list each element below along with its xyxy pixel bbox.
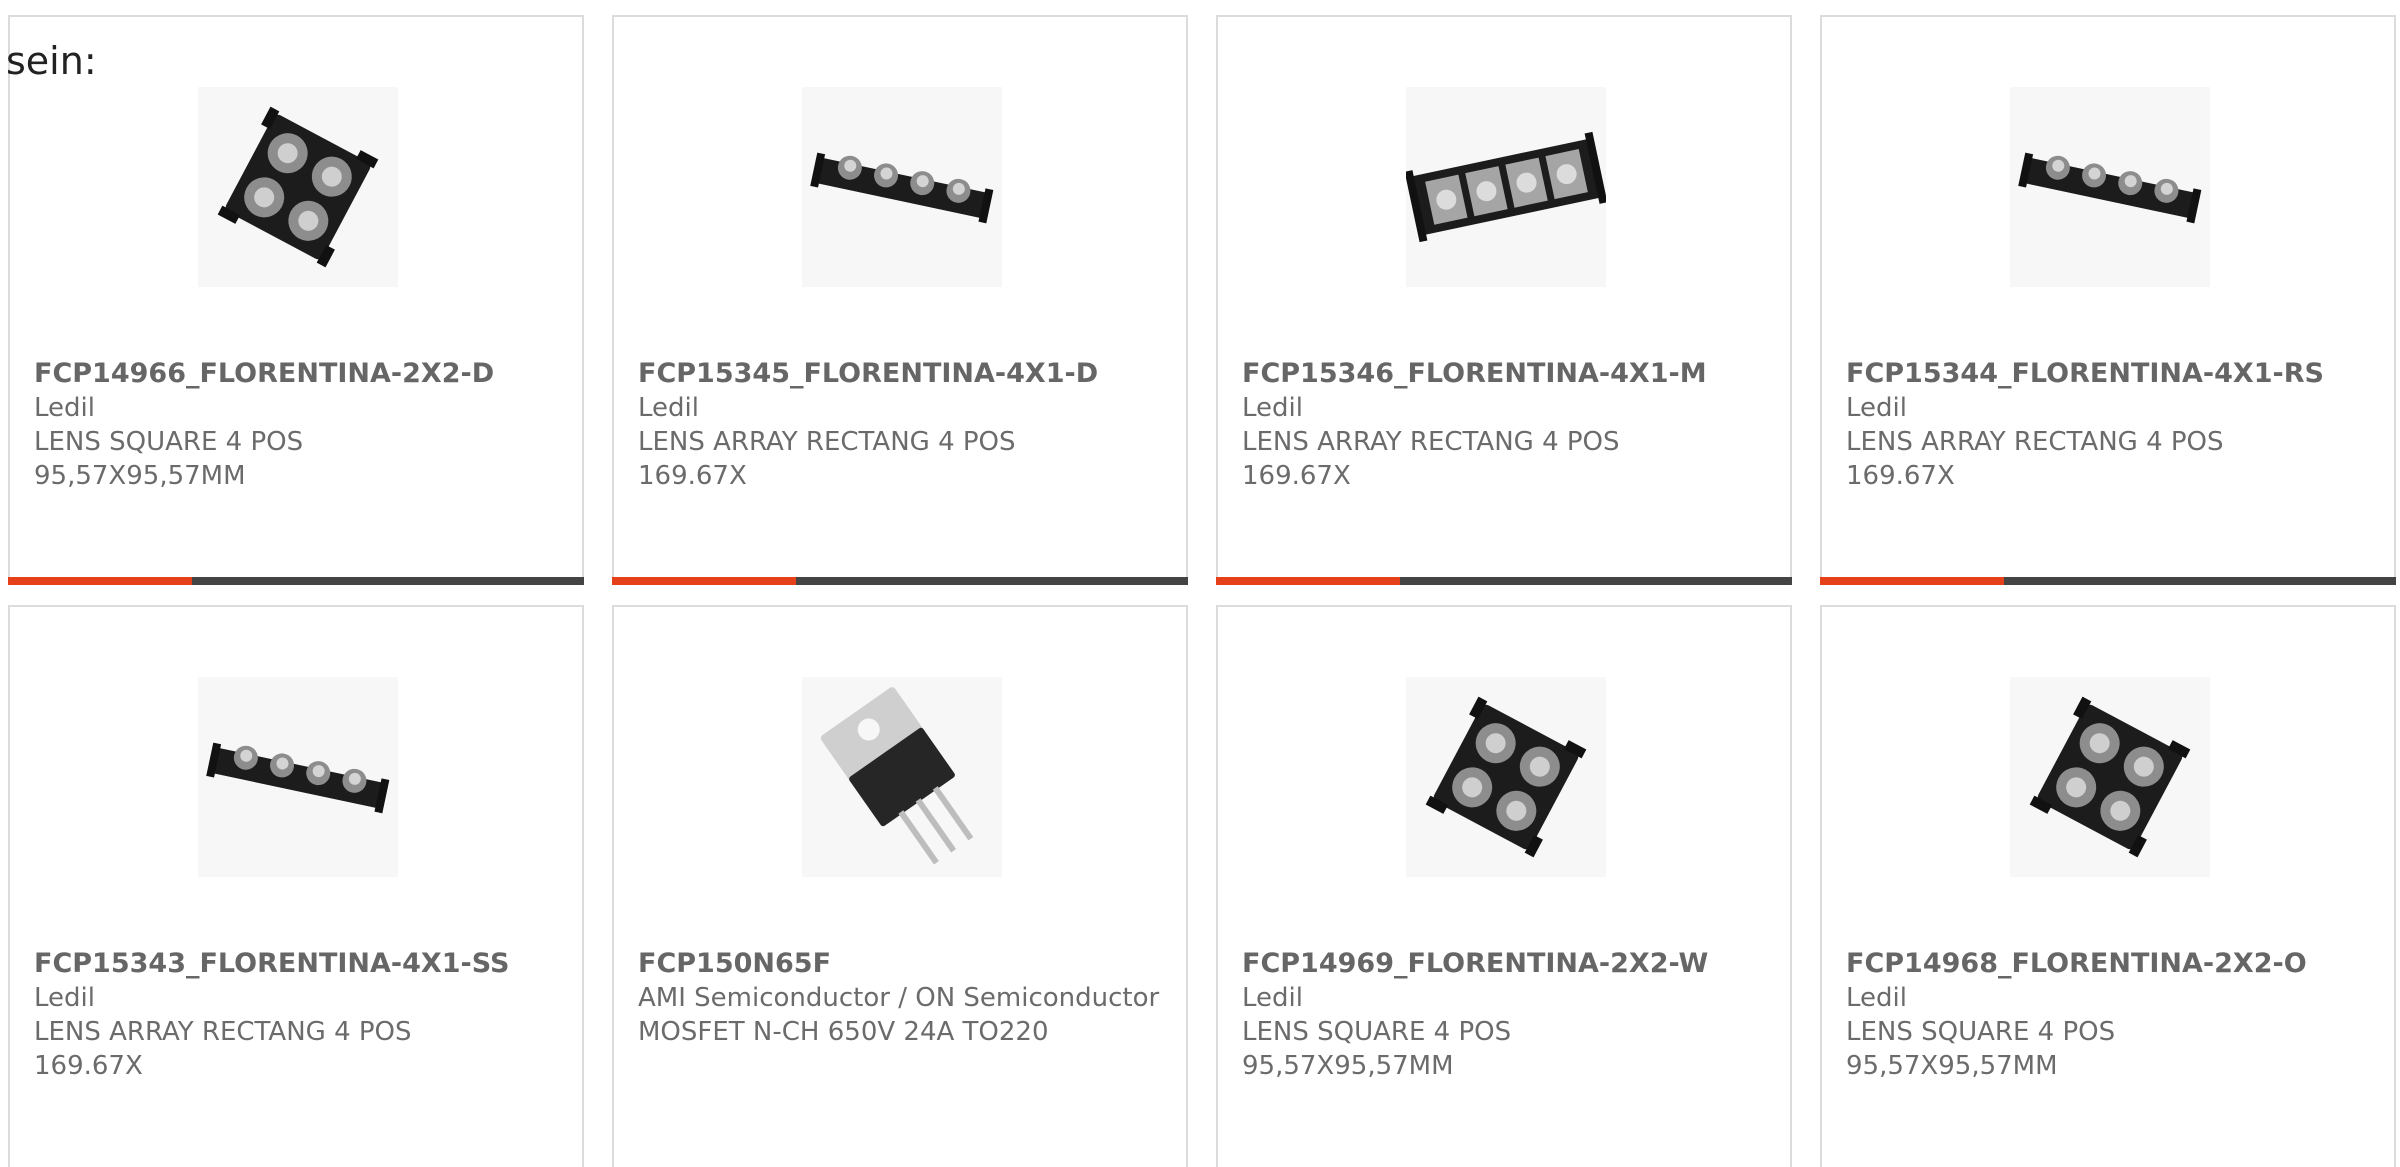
product-dimensions: 169.67X	[34, 1051, 143, 1081]
product-image-lens-array[interactable]	[198, 677, 398, 877]
product-description: LENS SQUARE 4 POS	[1242, 1017, 1512, 1047]
product-name[interactable]: FCP15343_FLORENTINA-4X1-SS	[34, 947, 558, 981]
product-manufacturer: Ledil	[1242, 983, 1303, 1013]
product-description: LENS ARRAY RECTANG 4 POS	[1242, 427, 1620, 457]
product-name[interactable]: FCP14969_FLORENTINA-2X2-W	[1242, 947, 1766, 981]
product-dimensions: 95,57X95,57MM	[34, 461, 246, 491]
product-card[interactable]: FCP150N65F AMI Semiconductor / ON Semico…	[612, 605, 1188, 1167]
product-card[interactable]: FCP14966_FLORENTINA-2X2-D Ledil LENS SQU…	[8, 15, 584, 585]
card-accent-bar	[1820, 577, 2396, 585]
product-manufacturer: Ledil	[34, 983, 95, 1013]
product-description: LENS SQUARE 4 POS	[1846, 1017, 2116, 1047]
product-dimensions: 169.67X	[638, 461, 747, 491]
card-accent-bar	[8, 577, 584, 585]
product-info: FCP14969_FLORENTINA-2X2-W Ledil LENS SQU…	[1242, 947, 1766, 1083]
product-manufacturer: Ledil	[1242, 393, 1303, 423]
product-description: MOSFET N-CH 650V 24A TO220	[638, 1017, 1049, 1047]
product-card[interactable]: FCP14969_FLORENTINA-2X2-W Ledil LENS SQU…	[1216, 605, 1792, 1167]
product-image-lens-square[interactable]	[1406, 677, 1606, 877]
accent-segment	[1216, 577, 1400, 585]
accent-segment	[8, 577, 192, 585]
product-image-lens-array[interactable]	[802, 87, 1002, 287]
intro-text: sein:	[6, 39, 97, 83]
product-card[interactable]: FCP15346_FLORENTINA-4X1-M Ledil LENS ARR…	[1216, 15, 1792, 585]
product-manufacturer: Ledil	[1846, 983, 1907, 1013]
product-name[interactable]: FCP14966_FLORENTINA-2X2-D	[34, 357, 558, 391]
product-description: LENS SQUARE 4 POS	[34, 427, 304, 457]
product-info: FCP15346_FLORENTINA-4X1-M Ledil LENS ARR…	[1242, 357, 1766, 493]
product-dimensions: 95,57X95,57MM	[1846, 1051, 2058, 1081]
product-description: LENS ARRAY RECTANG 4 POS	[1846, 427, 2224, 457]
product-name[interactable]: FCP15345_FLORENTINA-4X1-D	[638, 357, 1162, 391]
product-dimensions: 169.67X	[1846, 461, 1955, 491]
product-image-transistor[interactable]	[802, 677, 1002, 877]
product-name[interactable]: FCP15346_FLORENTINA-4X1-M	[1242, 357, 1766, 391]
product-grid-page: sein: FCP14966_FLORENTINA-2X2-D Ledil LE…	[0, 0, 2400, 1167]
accent-segment	[1820, 577, 2004, 585]
product-card[interactable]: FCP14968_FLORENTINA-2X2-O Ledil LENS SQU…	[1820, 605, 2396, 1167]
product-dimensions: 169.67X	[1242, 461, 1351, 491]
product-dimensions: 95,57X95,57MM	[1242, 1051, 1454, 1081]
product-manufacturer: Ledil	[1846, 393, 1907, 423]
card-accent-bar	[1216, 577, 1792, 585]
product-manufacturer: Ledil	[638, 393, 699, 423]
accent-segment	[612, 577, 796, 585]
product-info: FCP15344_FLORENTINA-4X1-RS Ledil LENS AR…	[1846, 357, 2370, 493]
product-info: FCP14968_FLORENTINA-2X2-O Ledil LENS SQU…	[1846, 947, 2370, 1083]
product-info: FCP15345_FLORENTINA-4X1-D Ledil LENS ARR…	[638, 357, 1162, 493]
product-name[interactable]: FCP150N65F	[638, 947, 1162, 981]
product-card[interactable]: FCP15344_FLORENTINA-4X1-RS Ledil LENS AR…	[1820, 15, 2396, 585]
product-image-lens-array[interactable]	[2010, 87, 2210, 287]
card-accent-bar	[612, 577, 1188, 585]
product-image-lens-square[interactable]	[198, 87, 398, 287]
product-info: FCP14966_FLORENTINA-2X2-D Ledil LENS SQU…	[34, 357, 558, 493]
product-image-lens-square[interactable]	[2010, 677, 2210, 877]
product-card[interactable]: FCP15345_FLORENTINA-4X1-D Ledil LENS ARR…	[612, 15, 1188, 585]
product-description: LENS ARRAY RECTANG 4 POS	[34, 1017, 412, 1047]
product-card[interactable]: FCP15343_FLORENTINA-4X1-SS Ledil LENS AR…	[8, 605, 584, 1167]
product-manufacturer: Ledil	[34, 393, 95, 423]
product-info: FCP150N65F AMI Semiconductor / ON Semico…	[638, 947, 1162, 1049]
product-image-lens-array-frame[interactable]	[1406, 87, 1606, 287]
product-name[interactable]: FCP15344_FLORENTINA-4X1-RS	[1846, 357, 2370, 391]
product-manufacturer: AMI Semiconductor / ON Semiconductor	[638, 983, 1160, 1013]
product-description: LENS ARRAY RECTANG 4 POS	[638, 427, 1016, 457]
product-info: FCP15343_FLORENTINA-4X1-SS Ledil LENS AR…	[34, 947, 558, 1083]
product-name[interactable]: FCP14968_FLORENTINA-2X2-O	[1846, 947, 2370, 981]
